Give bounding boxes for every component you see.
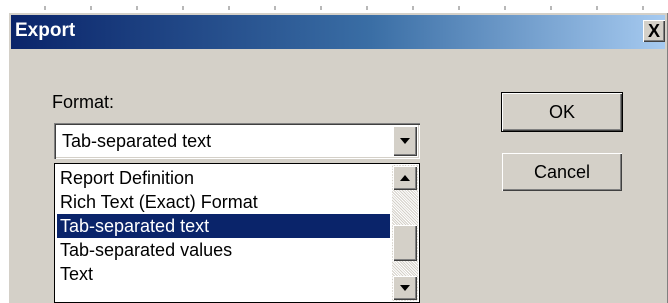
- format-label: Format:: [52, 92, 115, 112]
- close-button[interactable]: X: [643, 20, 665, 42]
- format-selected-value: Tab-separated text: [62, 131, 212, 151]
- scroll-up-arrow-icon: [400, 175, 410, 181]
- format-dropdown-list[interactable]: Report Definition Rich Text (Exact) Form…: [54, 163, 420, 303]
- list-scrollbar[interactable]: [392, 165, 418, 301]
- format-options: Report Definition Rich Text (Exact) Form…: [57, 166, 390, 286]
- export-dialog: Export X Format: Tab-separated text Repo…: [8, 12, 668, 303]
- list-item-report-definition[interactable]: Report Definition: [57, 166, 390, 190]
- list-item-rich-text[interactable]: Rich Text (Exact) Format: [57, 190, 390, 214]
- dialog-title: Export: [15, 20, 76, 41]
- format-dropdown-button[interactable]: [393, 126, 417, 156]
- list-item-text[interactable]: Text: [57, 262, 390, 286]
- title-bar[interactable]: Export X: [11, 15, 665, 49]
- scroll-up-button[interactable]: [393, 166, 417, 190]
- scroll-thumb[interactable]: [393, 225, 417, 261]
- background-window-strip: [0, 0, 668, 12]
- list-item-tab-separated-text[interactable]: Tab-separated text: [57, 214, 390, 238]
- format-combobox[interactable]: Tab-separated text: [54, 123, 420, 159]
- cancel-button[interactable]: Cancel: [502, 153, 622, 191]
- scroll-down-arrow-icon: [400, 285, 410, 291]
- scroll-down-button[interactable]: [393, 276, 417, 300]
- chevron-down-icon: [400, 138, 410, 144]
- close-icon: X: [647, 21, 660, 41]
- list-item-tab-separated-values[interactable]: Tab-separated values: [57, 238, 390, 262]
- ok-button[interactable]: OK: [501, 92, 623, 132]
